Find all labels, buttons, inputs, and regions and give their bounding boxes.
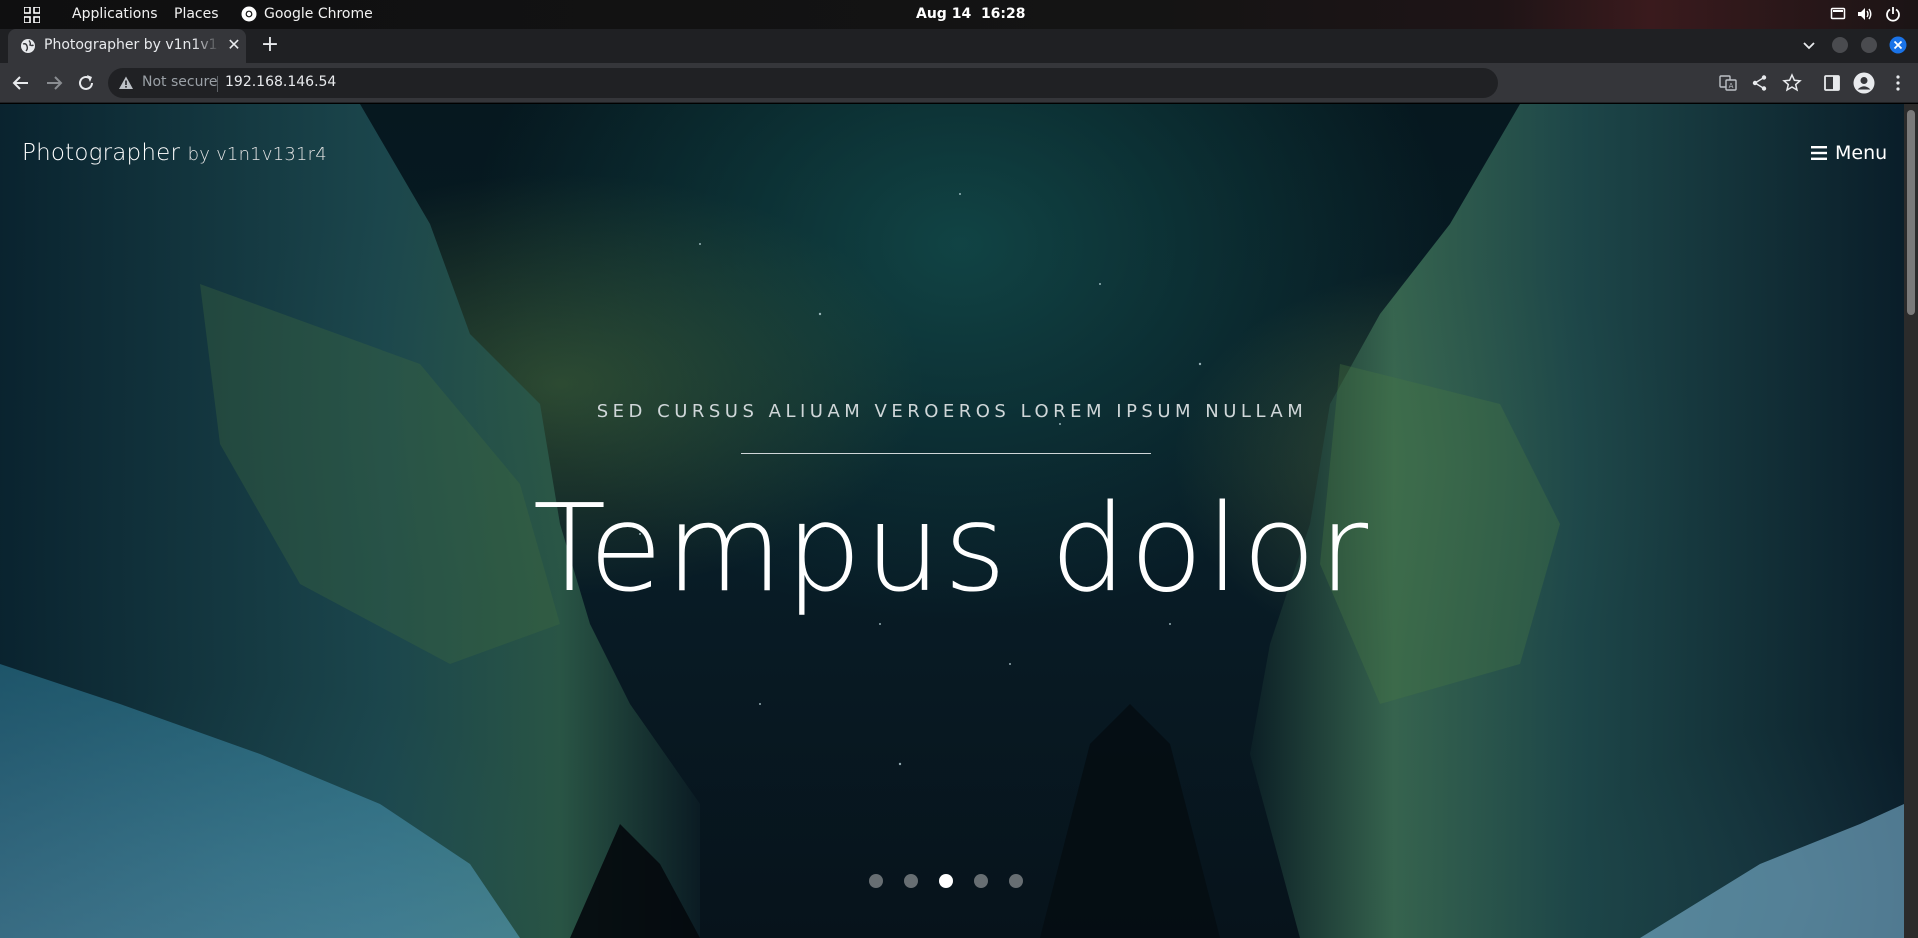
minimize-window-icon[interactable] — [1830, 35, 1850, 55]
applications-menu[interactable]: Applications — [72, 6, 158, 22]
menu-label: Menu — [1835, 142, 1888, 164]
profile-avatar-icon[interactable] — [1853, 72, 1875, 94]
system-top-bar: Applications Places Google Chrome Aug 14… — [0, 0, 1918, 29]
slider-dot[interactable] — [939, 874, 953, 888]
tab-title: Photographer by v1n1v131r4 — [44, 37, 220, 53]
globe-icon — [21, 39, 35, 53]
security-label[interactable]: Not secure — [142, 74, 218, 90]
hero-tagline: SED CURSUS ALIUAM VEROEROS LOREM IPSUM N… — [596, 401, 1308, 422]
address-bar[interactable]: Not secure 192.168.146.54 — [108, 68, 1498, 98]
tab-strip: Photographer by v1n1v131r4 ✕ + — [0, 29, 1918, 63]
slider-dot[interactable] — [974, 874, 988, 888]
brand-byline: by v1n1v131r4 — [187, 144, 327, 165]
slider-dot[interactable] — [869, 874, 883, 888]
clock[interactable]: Aug 14 16:28 — [916, 6, 1026, 22]
reload-icon[interactable] — [75, 72, 97, 94]
clock-time: 16:28 — [980, 6, 1026, 22]
back-arrow-icon[interactable] — [10, 72, 32, 94]
translate-icon[interactable]: A — [1718, 73, 1738, 93]
close-tab-icon[interactable]: ✕ — [225, 36, 243, 54]
places-menu[interactable]: Places — [174, 6, 219, 22]
hero-divider — [741, 453, 1151, 454]
app-grid-icon[interactable] — [24, 7, 40, 23]
warning-triangle-icon[interactable] — [118, 75, 134, 91]
volume-icon[interactable] — [1857, 6, 1873, 22]
page-viewport: Photographer by v1n1v131r4 Menu SED CURS… — [0, 104, 1904, 938]
scrollbar-thumb[interactable] — [1907, 110, 1915, 315]
screen-icon[interactable] — [1830, 6, 1846, 22]
slider-dot[interactable] — [904, 874, 918, 888]
hero-title: Tempus dolor — [532, 480, 1372, 619]
maximize-window-icon[interactable] — [1859, 35, 1879, 55]
chrome-icon — [241, 6, 257, 22]
svg-text:A: A — [1729, 82, 1734, 90]
share-icon[interactable] — [1750, 73, 1770, 93]
url-text[interactable]: 192.168.146.54 — [225, 74, 336, 90]
close-window-icon[interactable] — [1888, 35, 1908, 55]
more-options-icon[interactable] — [1888, 73, 1908, 93]
active-app-menu[interactable]: Google Chrome — [264, 6, 373, 22]
slider-dot[interactable] — [1009, 874, 1023, 888]
clock-date: Aug 14 — [916, 6, 972, 22]
side-panel-icon[interactable] — [1822, 73, 1842, 93]
omnibox-separator — [217, 76, 218, 92]
hamburger-icon — [1811, 146, 1827, 160]
browser-toolbar: Not secure 192.168.146.54 A — [0, 63, 1918, 103]
power-icon[interactable] — [1885, 6, 1901, 22]
tab-search-chevron-icon[interactable] — [1799, 35, 1819, 55]
forward-arrow-icon[interactable] — [43, 72, 65, 94]
brand-name: Photographer — [22, 140, 181, 166]
bookmark-star-icon[interactable] — [1782, 73, 1802, 93]
new-tab-button[interactable]: + — [258, 33, 282, 57]
site-brand[interactable]: Photographer by v1n1v131r4 — [22, 140, 327, 166]
menu-button[interactable]: Menu — [1811, 142, 1887, 164]
tab-photographer[interactable]: Photographer by v1n1v131r4 ✕ — [8, 29, 246, 63]
